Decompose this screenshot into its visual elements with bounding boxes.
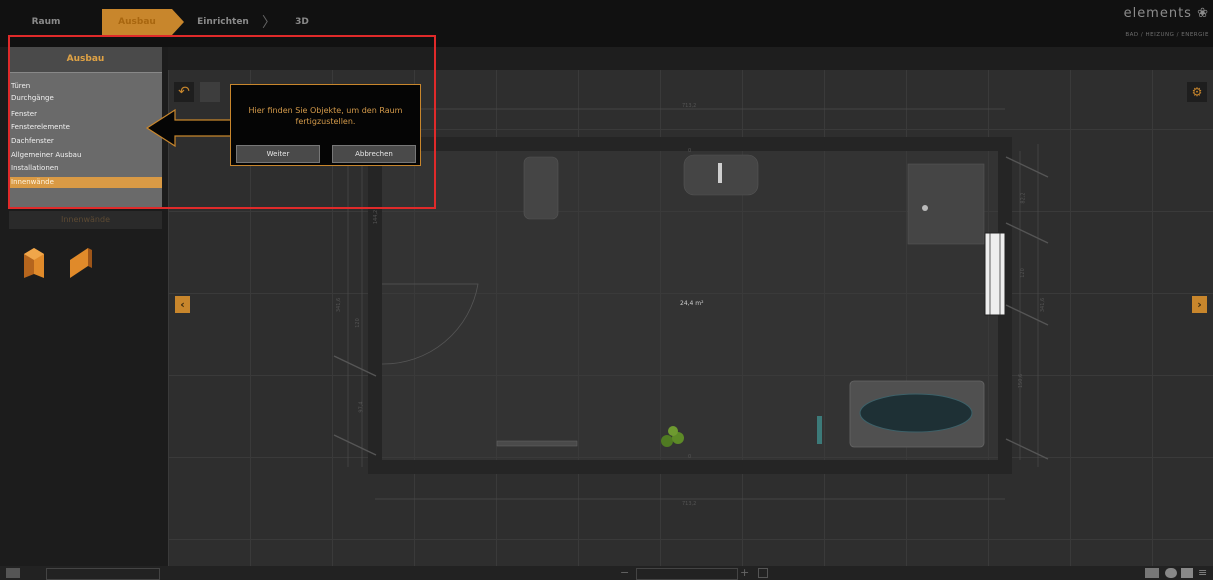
dimension-top: 713,2: [682, 103, 697, 109]
menu-icon[interactable]: ≡: [1198, 566, 1207, 579]
chevron-right-icon: 〉: [262, 15, 276, 31]
zoom-slider-left[interactable]: [46, 568, 160, 580]
radiator: [496, 440, 578, 447]
upload-icon[interactable]: [1165, 568, 1177, 578]
inner-wall-straight-icon[interactable]: [64, 244, 96, 278]
toilet: [523, 156, 559, 220]
settings-icon[interactable]: ⚙: [1187, 82, 1207, 102]
plant: [661, 435, 673, 447]
chevron-right-icon[interactable]: ›: [1192, 296, 1207, 313]
brand-tagline: BAD / HEIZUNG / ENERGIE: [1125, 32, 1209, 38]
dimension-right-2: 120: [1019, 268, 1026, 278]
dimension-left-1: 144,2: [373, 209, 380, 225]
step-3d[interactable]: 3D: [282, 9, 322, 35]
dimension-right-4: 150,6: [1018, 373, 1025, 389]
brand-name-text: elements: [1123, 6, 1192, 21]
folder-icon[interactable]: [6, 568, 20, 578]
dimension-bottom: 713,2: [682, 501, 697, 507]
brand-name: elements ❀: [1123, 6, 1209, 21]
dimension-right-3: 341,6: [1040, 297, 1047, 313]
bottom-bar: − + ≡: [0, 566, 1213, 580]
step-ausbau[interactable]: Ausbau: [102, 9, 172, 35]
step-raum[interactable]: Raum: [0, 9, 92, 35]
zoom-out-icon[interactable]: −: [620, 566, 629, 579]
shower: [907, 163, 985, 245]
section-label: Innenwände: [9, 211, 162, 229]
wall-label-bottom: 0: [688, 454, 692, 460]
dimension-left-2: 341,6: [336, 297, 343, 313]
brand-logo: elements ❀ BAD / HEIZUNG / ENERGIE: [1094, 6, 1209, 38]
chevron-active-icon: [172, 9, 184, 35]
camera-icon[interactable]: [1145, 568, 1159, 578]
room-area-label: 24,4 m²: [680, 300, 704, 307]
highlight-frame: [8, 35, 436, 209]
towel-rack: [817, 416, 822, 444]
step-einrichten[interactable]: Einrichten: [188, 9, 258, 35]
inner-wall-corner-icon[interactable]: [18, 244, 50, 278]
chevron-left-icon[interactable]: ‹: [175, 296, 190, 313]
dimension-left-4: 97,4: [358, 401, 365, 413]
chevron-icon: [92, 9, 102, 35]
print-icon[interactable]: [1181, 568, 1193, 578]
fit-screen-icon[interactable]: [758, 568, 768, 578]
dimension-left-3: 120: [354, 318, 361, 328]
window: [984, 232, 1006, 316]
zoom-in-icon[interactable]: +: [740, 566, 749, 579]
zoom-slider[interactable]: [636, 568, 738, 580]
wall-label-top: 0: [688, 148, 692, 154]
dimension-right-1: 82,2: [1020, 192, 1027, 204]
